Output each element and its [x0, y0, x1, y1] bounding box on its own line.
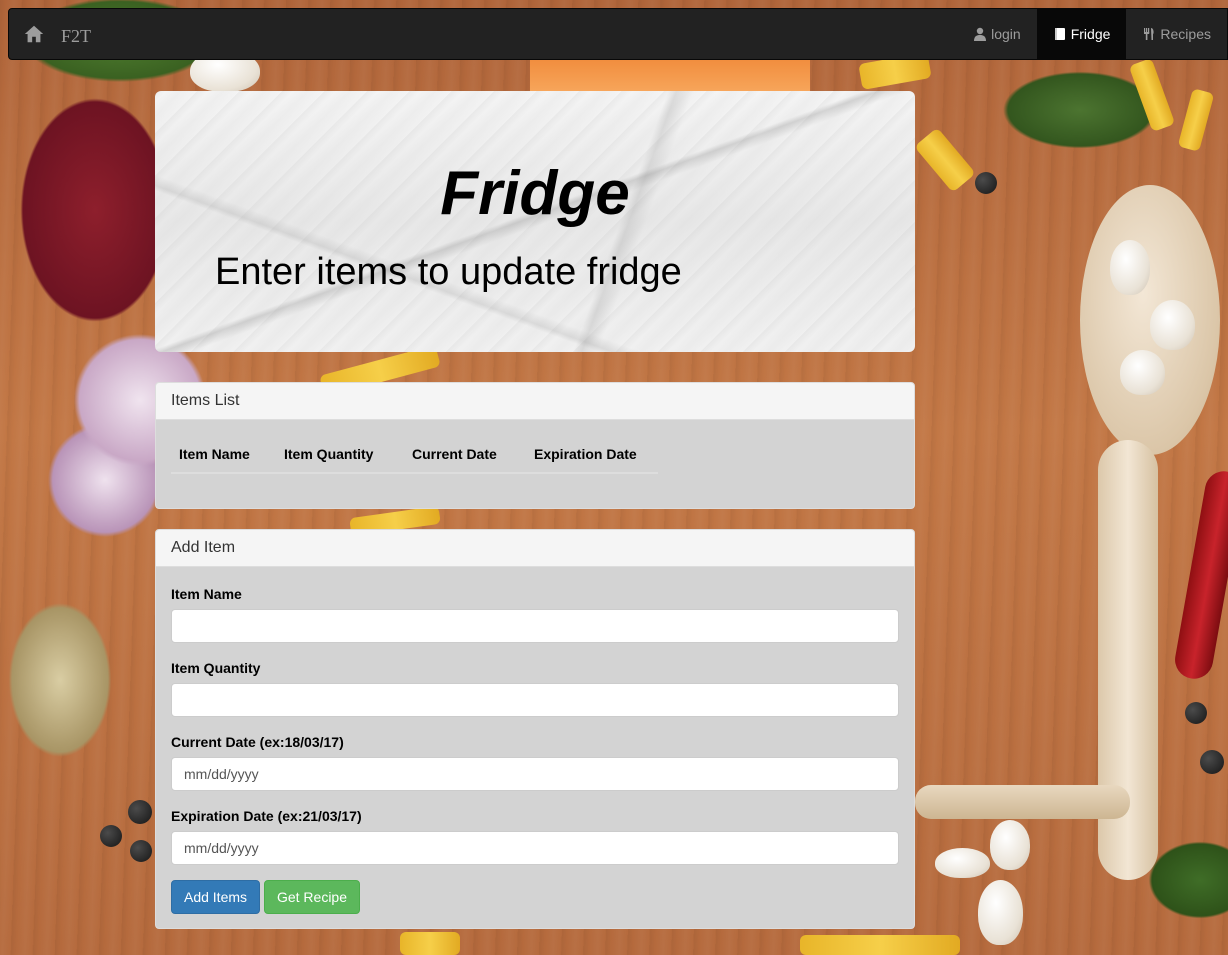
wooden-spoon-image	[1080, 185, 1220, 455]
navbar: F2T login Fridge Recipes	[8, 8, 1228, 60]
peppercorn-image	[128, 800, 152, 824]
garlic-clove-image	[990, 820, 1030, 870]
expiration-date-input[interactable]	[171, 831, 899, 865]
table-header-row: Item Name Item Quantity Current Date Exp…	[171, 438, 658, 474]
peppercorn-image	[130, 840, 152, 862]
page-title: Fridge	[440, 159, 630, 228]
nav-menu: login Fridge Recipes	[957, 9, 1227, 59]
pasta-image	[400, 932, 460, 955]
current-date-label: Current Date (ex:18/03/17)	[171, 734, 344, 750]
cutlery-icon	[1144, 28, 1155, 40]
peppercorn-image	[1185, 702, 1207, 724]
nav-item-login[interactable]: login	[957, 9, 1037, 59]
garlic-clove-image	[1110, 240, 1150, 295]
jumbotron: Fridge Enter items to update fridge	[155, 91, 915, 352]
column-header-item-quantity: Item Quantity	[276, 438, 404, 474]
panel-heading: Add Item	[156, 530, 914, 567]
wooden-stick-image	[915, 785, 1130, 819]
pasta-image	[1177, 88, 1215, 152]
brand-link[interactable]: F2T	[61, 26, 91, 47]
garlic-clove-image	[935, 848, 990, 878]
column-header-item-name: Item Name	[171, 438, 276, 474]
get-recipe-button[interactable]: Get Recipe	[264, 880, 360, 914]
home-icon[interactable]	[23, 23, 45, 45]
panel-heading: Items List	[156, 383, 914, 420]
current-date-input[interactable]	[171, 757, 899, 791]
item-name-label: Item Name	[171, 586, 242, 602]
items-list-panel: Items List Item Name Item Quantity Curre…	[155, 382, 915, 509]
user-icon	[974, 27, 987, 41]
pasta-image	[1128, 58, 1176, 132]
nav-item-label: Recipes	[1160, 26, 1211, 42]
pasta-image	[800, 935, 960, 955]
chili-image	[1172, 468, 1228, 682]
nav-item-fridge[interactable]: Fridge	[1036, 9, 1127, 59]
page-subtitle: Enter items to update fridge	[215, 251, 682, 293]
add-item-panel: Add Item Item Name Item Quantity Current…	[155, 529, 915, 929]
items-table: Item Name Item Quantity Current Date Exp…	[171, 438, 658, 474]
nav-item-label: login	[991, 26, 1021, 42]
item-quantity-input[interactable]	[171, 683, 899, 717]
carrot-image	[530, 55, 810, 91]
item-quantity-label: Item Quantity	[171, 660, 261, 676]
peppercorn-image	[100, 825, 122, 847]
garlic-clove-image	[1150, 300, 1195, 350]
pasta-image	[914, 127, 976, 193]
garlic-clove-image	[978, 880, 1023, 945]
add-items-button[interactable]: Add Items	[171, 880, 260, 914]
wooden-spoon-handle-image	[1098, 440, 1158, 880]
item-name-input[interactable]	[171, 609, 899, 643]
garlic-clove-image	[1120, 350, 1165, 395]
column-header-expiration-date: Expiration Date	[526, 438, 658, 474]
peppercorn-image	[1200, 750, 1224, 774]
nav-item-recipes[interactable]: Recipes	[1126, 9, 1227, 59]
nav-item-label: Fridge	[1070, 26, 1111, 42]
peppercorn-image	[975, 172, 997, 194]
column-header-current-date: Current Date	[404, 438, 526, 474]
book-icon	[1054, 28, 1065, 40]
expiration-date-label: Expiration Date (ex:21/03/17)	[171, 808, 362, 824]
